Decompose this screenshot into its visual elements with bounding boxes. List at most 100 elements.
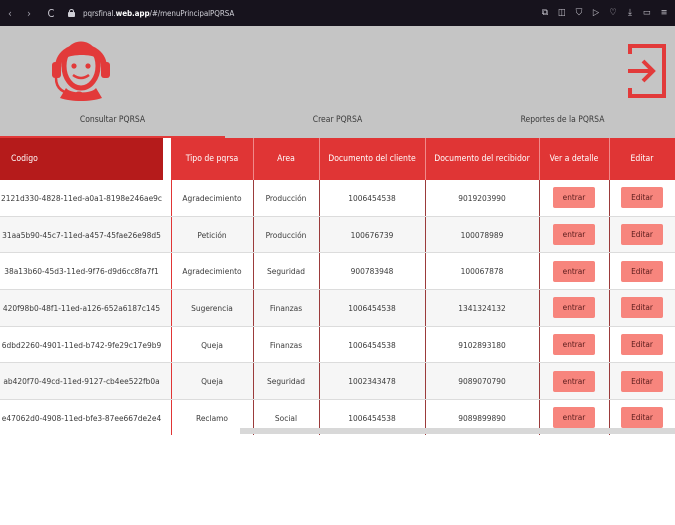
view-detail-button[interactable]: entrar (553, 260, 595, 282)
logout-icon[interactable] (626, 42, 668, 100)
cell-codigo: ab420f70-49cd-11ed-9127-cb4ee522fb0a (0, 362, 163, 401)
cell-codigo: 420f98b0-48f1-11ed-a126-652a6187c145 (0, 289, 163, 327)
view-detail-button[interactable]: entrar (553, 370, 595, 392)
cell-cliente: 1006454538 (319, 180, 426, 217)
cell-tipo: Queja (171, 326, 254, 364)
cell-recibidor: 1341324132 (425, 289, 540, 327)
horizontal-scrollbar[interactable] (240, 428, 675, 434)
edit-button[interactable]: Editar (621, 224, 663, 246)
column-header-recibidor: Documento del recibidor (425, 138, 540, 180)
cell-recibidor: 9102893180 (425, 326, 540, 364)
cell-separator (163, 252, 172, 291)
cell-action: Editar (609, 180, 675, 217)
cell-recibidor: 100078989 (425, 216, 540, 254)
cell-action: entrar (539, 362, 610, 401)
heart-icon[interactable]: ♡ (608, 8, 618, 18)
browser-toolbar: ‹ › C pqrsfinal.web.app/#/menuPrincipalP… (0, 0, 675, 26)
cell-codigo: 2121d330-4828-11ed-a0a1-8198e246ae9c (0, 180, 163, 217)
screenshot-icon[interactable]: ◫ (557, 8, 567, 18)
column-header-codigo: Codigo (0, 138, 163, 180)
cell-cliente: 1002343478 (319, 362, 426, 401)
cell-cliente: 1006454538 (319, 289, 426, 327)
cell-codigo: 6dbd2260-4901-11ed-b742-9fe29c17e9b9 (0, 326, 163, 364)
table-row: 6dbd2260-4901-11ed-b742-9fe29c17e9b9 Quej… (0, 326, 675, 364)
view-detail-button[interactable]: entrar (553, 187, 595, 209)
play-icon[interactable]: ▷ (591, 8, 601, 18)
view-detail-button[interactable]: entrar (553, 297, 595, 319)
cell-action: Editar (609, 252, 675, 291)
cell-area: Seguridad (253, 362, 320, 401)
table-row: ab420f70-49cd-11ed-9127-cb4ee522fb0a Quej… (0, 362, 675, 401)
table-header: Codigo Tipo de pqrsa Area Documento del … (0, 138, 675, 180)
column-header-editar: Editar (609, 138, 675, 180)
cell-action: entrar (539, 289, 610, 327)
cell-cliente: 1006454538 (319, 326, 426, 364)
pqrsa-table: Codigo Tipo de pqrsa Area Documento del … (0, 138, 675, 435)
cell-separator (163, 289, 172, 327)
reload-icon[interactable]: C (44, 7, 58, 20)
support-agent-logo (52, 41, 110, 101)
view-detail-button[interactable]: entrar (553, 334, 595, 356)
cell-tipo: Queja (171, 362, 254, 401)
cell-action: Editar (609, 289, 675, 327)
cell-cliente: 100676739 (319, 216, 426, 254)
table-row: 38a13b60-45d3-11ed-9f76-d9d6cc8fa7f1 Agra… (0, 252, 675, 291)
column-header-tipo: Tipo de pqrsa (171, 138, 254, 180)
url-path: /#/menuPrincipalPQRSA (149, 8, 235, 18)
table-row: 420f98b0-48f1-11ed-a126-652a6187c145 Suge… (0, 289, 675, 327)
edit-button[interactable]: Editar (621, 334, 663, 356)
cell-action: Editar (609, 216, 675, 254)
cell-codigo: 38a13b60-45d3-11ed-9f76-d9d6cc8fa7f1 (0, 252, 163, 291)
cell-tipo: Sugerencia (171, 289, 254, 327)
main-tabs: Consultar PQRSA Crear PQRSA Reportes de … (0, 112, 675, 139)
menu-icon[interactable]: ≡ (659, 8, 669, 18)
bookmark-edit-icon[interactable]: ⧉ (540, 8, 550, 18)
tab-reportes[interactable]: Reportes de la PQRSA (450, 112, 675, 136)
view-detail-button[interactable]: entrar (553, 407, 595, 429)
column-header-cliente: Documento del cliente (319, 138, 426, 180)
cell-separator (163, 399, 172, 435)
cell-codigo: e47062d0-4908-11ed-bfe3-87ee667de2e4 (0, 399, 163, 435)
back-icon[interactable]: ‹ (3, 7, 17, 20)
cell-recibidor: 9089070790 (425, 362, 540, 401)
cell-area: Seguridad (253, 252, 320, 291)
cell-codigo: 31aa5b90-45c7-11ed-a457-45fae26e98d5 (0, 216, 163, 254)
cell-recibidor: 9019203990 (425, 180, 540, 217)
view-detail-button[interactable]: entrar (553, 224, 595, 246)
address-bar[interactable]: pqrsfinal.web.app/#/menuPrincipalPQRSA (83, 9, 234, 18)
shield-icon[interactable]: ⛉ (574, 8, 584, 18)
cell-separator (163, 362, 172, 401)
forward-icon[interactable]: › (22, 7, 36, 20)
cell-area: Producción (253, 216, 320, 254)
edit-button[interactable]: Editar (621, 187, 663, 209)
tab-crear[interactable]: Crear PQRSA (225, 112, 450, 136)
edit-button[interactable]: Editar (621, 297, 663, 319)
tab-consultar[interactable]: Consultar PQRSA (0, 112, 225, 139)
download-icon[interactable]: ⤓ (625, 8, 635, 18)
edit-button[interactable]: Editar (621, 407, 663, 429)
cell-tipo: Agradecimiento (171, 180, 254, 217)
table-row: 2121d330-4828-11ed-a0a1-8198e246ae9c Agra… (0, 180, 675, 217)
edit-button[interactable]: Editar (621, 260, 663, 282)
url-prefix: pqrsfinal. (83, 8, 116, 18)
battery-icon[interactable]: ▭ (642, 8, 652, 18)
cell-area: Finanzas (253, 289, 320, 327)
column-separator (163, 138, 172, 180)
cell-cliente: 900783948 (319, 252, 426, 291)
cell-action: entrar (539, 252, 610, 291)
cell-action: Editar (609, 326, 675, 364)
cell-tipo: Petición (171, 216, 254, 254)
table-row: 31aa5b90-45c7-11ed-a457-45fae26e98d5 Peti… (0, 216, 675, 254)
cell-action: entrar (539, 180, 610, 217)
cell-area: Finanzas (253, 326, 320, 364)
pqrsa-table-container: Codigo Tipo de pqrsa Area Documento del … (0, 138, 675, 435)
cell-action: entrar (539, 326, 610, 364)
cell-tipo: Agradecimiento (171, 252, 254, 291)
edit-button[interactable]: Editar (621, 370, 663, 392)
cell-separator (163, 180, 172, 217)
browser-actions: ⧉ ◫ ⛉ ▷ ♡ ⤓ ▭ ≡ (540, 0, 669, 26)
cell-separator (163, 216, 172, 254)
cell-action: Editar (609, 362, 675, 401)
cell-area: Producción (253, 180, 320, 217)
column-header-ver-detalle: Ver a detalle (539, 138, 610, 180)
